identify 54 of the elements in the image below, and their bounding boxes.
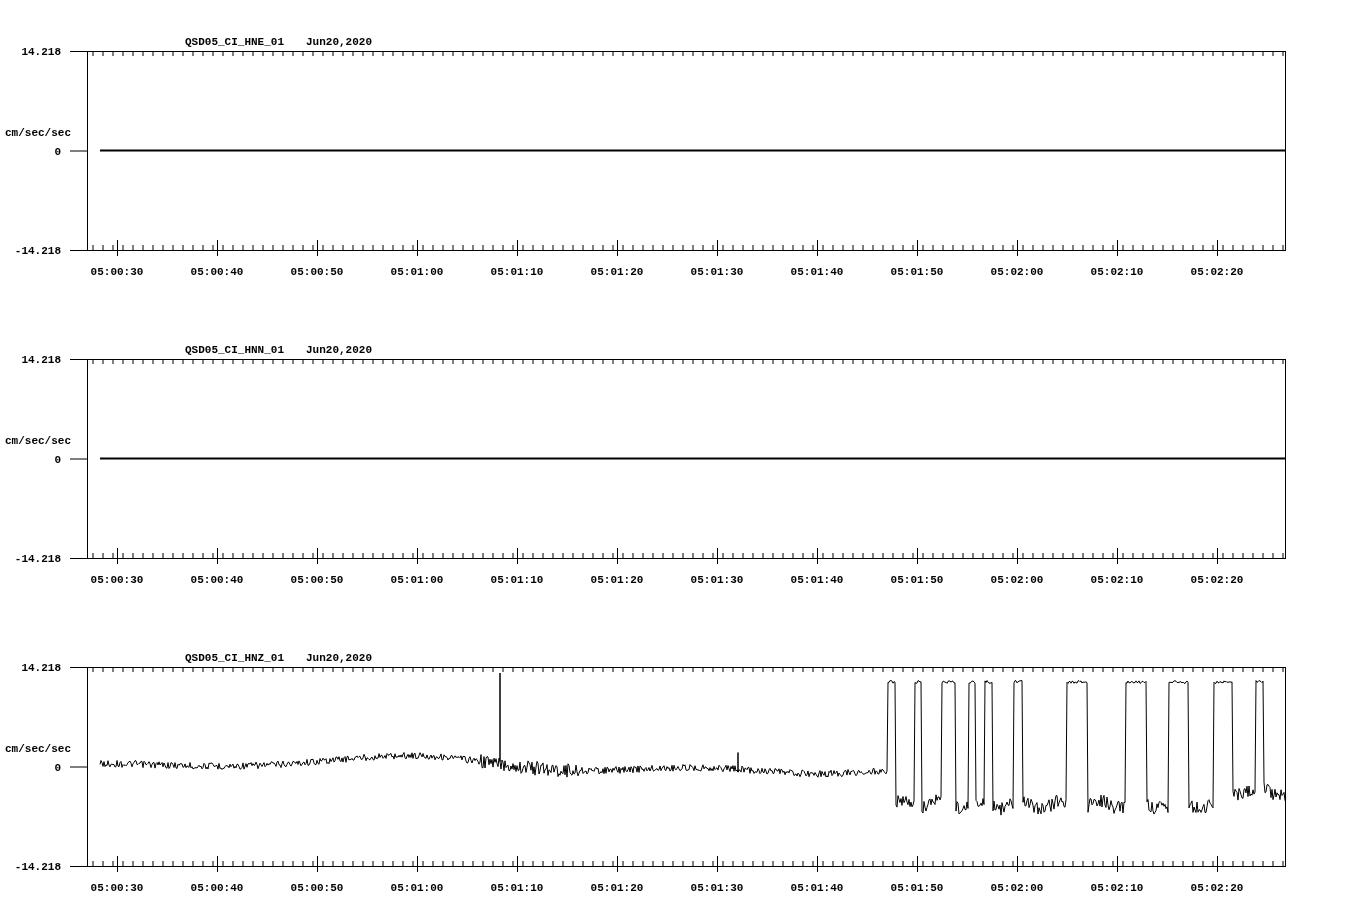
tick-label: 05:01:30: [690, 882, 744, 894]
tick-label: 05:02:00: [990, 882, 1044, 894]
tick-label: 05:01:50: [890, 574, 944, 586]
tick-label: 05:02:10: [1090, 266, 1144, 278]
tick-label: 05:00:50: [290, 574, 344, 586]
axis-label: cm/sec/sec: [5, 126, 71, 139]
tick-label: 05:00:40: [190, 266, 244, 278]
tick-label: -14.218: [14, 245, 61, 257]
tick-label: -14.218: [14, 861, 61, 873]
chart-title: QSD05_CI_HNN_01: [185, 344, 285, 356]
tick-label: 14.218: [21, 354, 61, 366]
tick-label: 05:00:40: [190, 574, 244, 586]
axis-label: cm/sec/sec: [5, 434, 71, 447]
date-label: Jun20,2020: [306, 36, 372, 48]
chart-title: QSD05_CI_HNE_01: [185, 36, 285, 48]
tick-label: 05:00:50: [290, 882, 344, 894]
tick-label: 0: [54, 145, 61, 158]
tick-label: 05:00:30: [90, 882, 144, 894]
tick-label: 14.218: [21, 46, 61, 58]
tick-label: 05:01:50: [890, 266, 944, 278]
tick-label: 05:00:50: [290, 266, 344, 278]
tick-label: 05:01:10: [490, 266, 544, 278]
tick-label: 05:01:40: [790, 266, 844, 278]
tick-label: -14.218: [14, 553, 61, 565]
chart-title: QSD05_CI_HNZ_01: [185, 652, 285, 664]
tick-label: 05:00:30: [90, 574, 144, 586]
tick-label: 05:00:40: [190, 882, 244, 894]
tick-label: 05:01:00: [390, 574, 444, 586]
tick-label: 0: [54, 761, 61, 774]
tick-label: 0: [54, 453, 61, 466]
tick-label: 05:01:40: [790, 882, 844, 894]
date-label: Jun20,2020: [306, 652, 372, 664]
date-label: Jun20,2020: [306, 344, 372, 356]
tick-label: 05:02:20: [1190, 266, 1244, 278]
tick-label: 05:02:20: [1190, 882, 1244, 894]
tick-label: 05:01:10: [490, 574, 544, 586]
tick-label: 05:01:20: [590, 574, 644, 586]
tick-label: 05:01:00: [390, 266, 444, 278]
tick-label: 05:01:20: [590, 882, 644, 894]
tick-label: 05:01:10: [490, 882, 544, 894]
tick-label: 05:02:20: [1190, 574, 1244, 586]
tick-label: 05:01:30: [690, 574, 744, 586]
tick-label: 05:01:20: [590, 266, 644, 278]
tick-label: 05:00:30: [90, 266, 144, 278]
tick-label: 05:01:30: [690, 266, 744, 278]
tick-label: 05:02:10: [1090, 574, 1144, 586]
tick-label: 05:01:00: [390, 882, 444, 894]
tick-label: 05:01:40: [790, 574, 844, 586]
tick-label: 05:02:00: [990, 266, 1044, 278]
tick-label: 14.218: [21, 662, 61, 674]
tick-label: 05:01:50: [890, 882, 944, 894]
tick-label: 05:02:00: [990, 574, 1044, 586]
tick-label: 05:02:10: [1090, 882, 1144, 894]
axis-label: cm/sec/sec: [5, 742, 71, 755]
